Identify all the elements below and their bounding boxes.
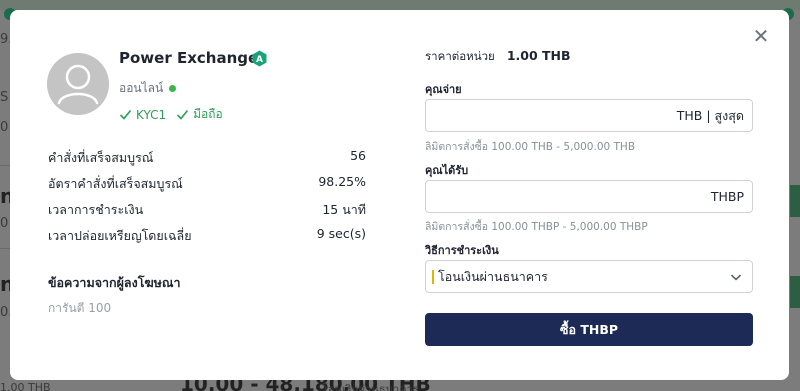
unit-price-label: ราคาต่อหน่วย xyxy=(425,49,495,63)
payment-method-label: วิธีการชำระเงิน xyxy=(425,244,499,257)
online-status: ออนไลน์ xyxy=(119,79,177,98)
advertiser-message: การันตี 100 xyxy=(48,301,112,315)
stat-value: 15 นาที xyxy=(322,202,366,217)
phone-label: มือถือ xyxy=(193,107,223,121)
buy-button[interactable]: ซื้อ THBP xyxy=(425,313,753,346)
check-icon xyxy=(177,109,189,120)
check-icon xyxy=(119,109,132,120)
payment-method-value: โอนเงินผ่านธนาคาร xyxy=(438,268,548,284)
stat-row: เวลาปล่อยเหรียญโดยเฉลี่ย 9 sec(s) xyxy=(48,226,366,252)
background-divider xyxy=(0,248,10,249)
background-text: 0 xyxy=(0,216,9,231)
stat-label: เวลาปล่อยเหรียญโดยเฉลี่ย xyxy=(48,228,192,243)
badge-letter: A xyxy=(256,55,263,65)
merchant-stats: คำสั่งที่เสร็จสมบูรณ์ 56 อัตราคำสั่งที่เ… xyxy=(48,148,366,252)
receive-suffix: THBP xyxy=(710,189,744,204)
background-top-bar xyxy=(0,0,800,10)
chevron-down-icon xyxy=(730,273,742,281)
pay-input[interactable] xyxy=(434,100,677,131)
receive-label: คุณได้รับ xyxy=(425,164,469,177)
background-divider xyxy=(0,165,10,166)
pay-limit: ลิมิตการสั่งซื้อ 100.00 THB - 5,000.00 T… xyxy=(425,141,636,153)
stat-row: เวลาการชำระเงิน 15 นาที xyxy=(48,200,366,226)
background-text: 1.00 THB xyxy=(0,381,51,391)
pay-suffix-max[interactable]: THB | สูงสุด xyxy=(677,106,744,126)
stat-label: เวลาการชำระเงิน xyxy=(48,202,144,217)
kyc-verified: KYC1 xyxy=(119,108,166,122)
background-text: S xyxy=(0,90,9,105)
trade-modal: ✕ Power Exchange A ออนไลน์ KYC1 มือถือ ค… xyxy=(10,10,789,380)
background-text: 0 xyxy=(0,120,9,135)
background-limit: โอนเงินผ่านธนาคาร xyxy=(322,383,419,391)
stat-row: อัตราคำสั่งที่เสร็จสมบูรณ์ 98.25% xyxy=(48,174,366,200)
online-dot-icon xyxy=(169,85,177,92)
select-marker xyxy=(432,269,434,284)
kyc-label: KYC1 xyxy=(136,107,167,122)
advertiser-message-title: ข้อความจากผู้ลงโฆษณา xyxy=(48,275,181,290)
stat-value: 9 sec(s) xyxy=(316,226,366,241)
receive-limit: ลิมิตการสั่งซื้อ 100.00 THBP - 5,000.00 … xyxy=(425,221,648,233)
background-button xyxy=(790,276,800,308)
stat-row: คำสั่งที่เสร็จสมบูรณ์ 56 xyxy=(48,148,366,174)
stat-value: 98.25% xyxy=(318,174,366,189)
pay-label: คุณจ่าย xyxy=(425,83,462,96)
payment-method-select[interactable]: โอนเงินผ่านธนาคาร xyxy=(425,260,753,293)
avatar xyxy=(47,53,109,115)
merchant-name[interactable]: Power Exchange xyxy=(119,49,258,67)
stat-value: 56 xyxy=(350,148,366,163)
user-avatar-icon xyxy=(47,53,109,115)
receive-input[interactable] xyxy=(434,181,711,212)
unit-price: ราคาต่อหน่วย 1.00 THB xyxy=(425,48,571,66)
verified-badge-icon: A xyxy=(252,50,267,67)
online-status-text: ออนไลน์ xyxy=(119,81,164,95)
phone-verified: มือถือ xyxy=(176,105,223,124)
pay-input-box[interactable]: THB | สูงสุด xyxy=(425,99,753,132)
close-icon[interactable]: ✕ xyxy=(751,26,771,46)
stat-label: อัตราคำสั่งที่เสร็จสมบูรณ์ xyxy=(48,176,183,191)
merchant-panel: Power Exchange A ออนไลน์ KYC1 มือถือ คำส… xyxy=(10,10,390,380)
stat-label: คำสั่งที่เสร็จสมบูรณ์ xyxy=(48,150,154,165)
background-button xyxy=(790,185,800,217)
trade-form: ราคาต่อหน่วย 1.00 THB คุณจ่าย THB | สูงส… xyxy=(425,10,753,380)
verification-row: KYC1 มือถือ xyxy=(119,105,223,124)
receive-input-box[interactable]: THBP xyxy=(425,180,753,213)
unit-price-value: 1.00 THB xyxy=(506,48,571,63)
